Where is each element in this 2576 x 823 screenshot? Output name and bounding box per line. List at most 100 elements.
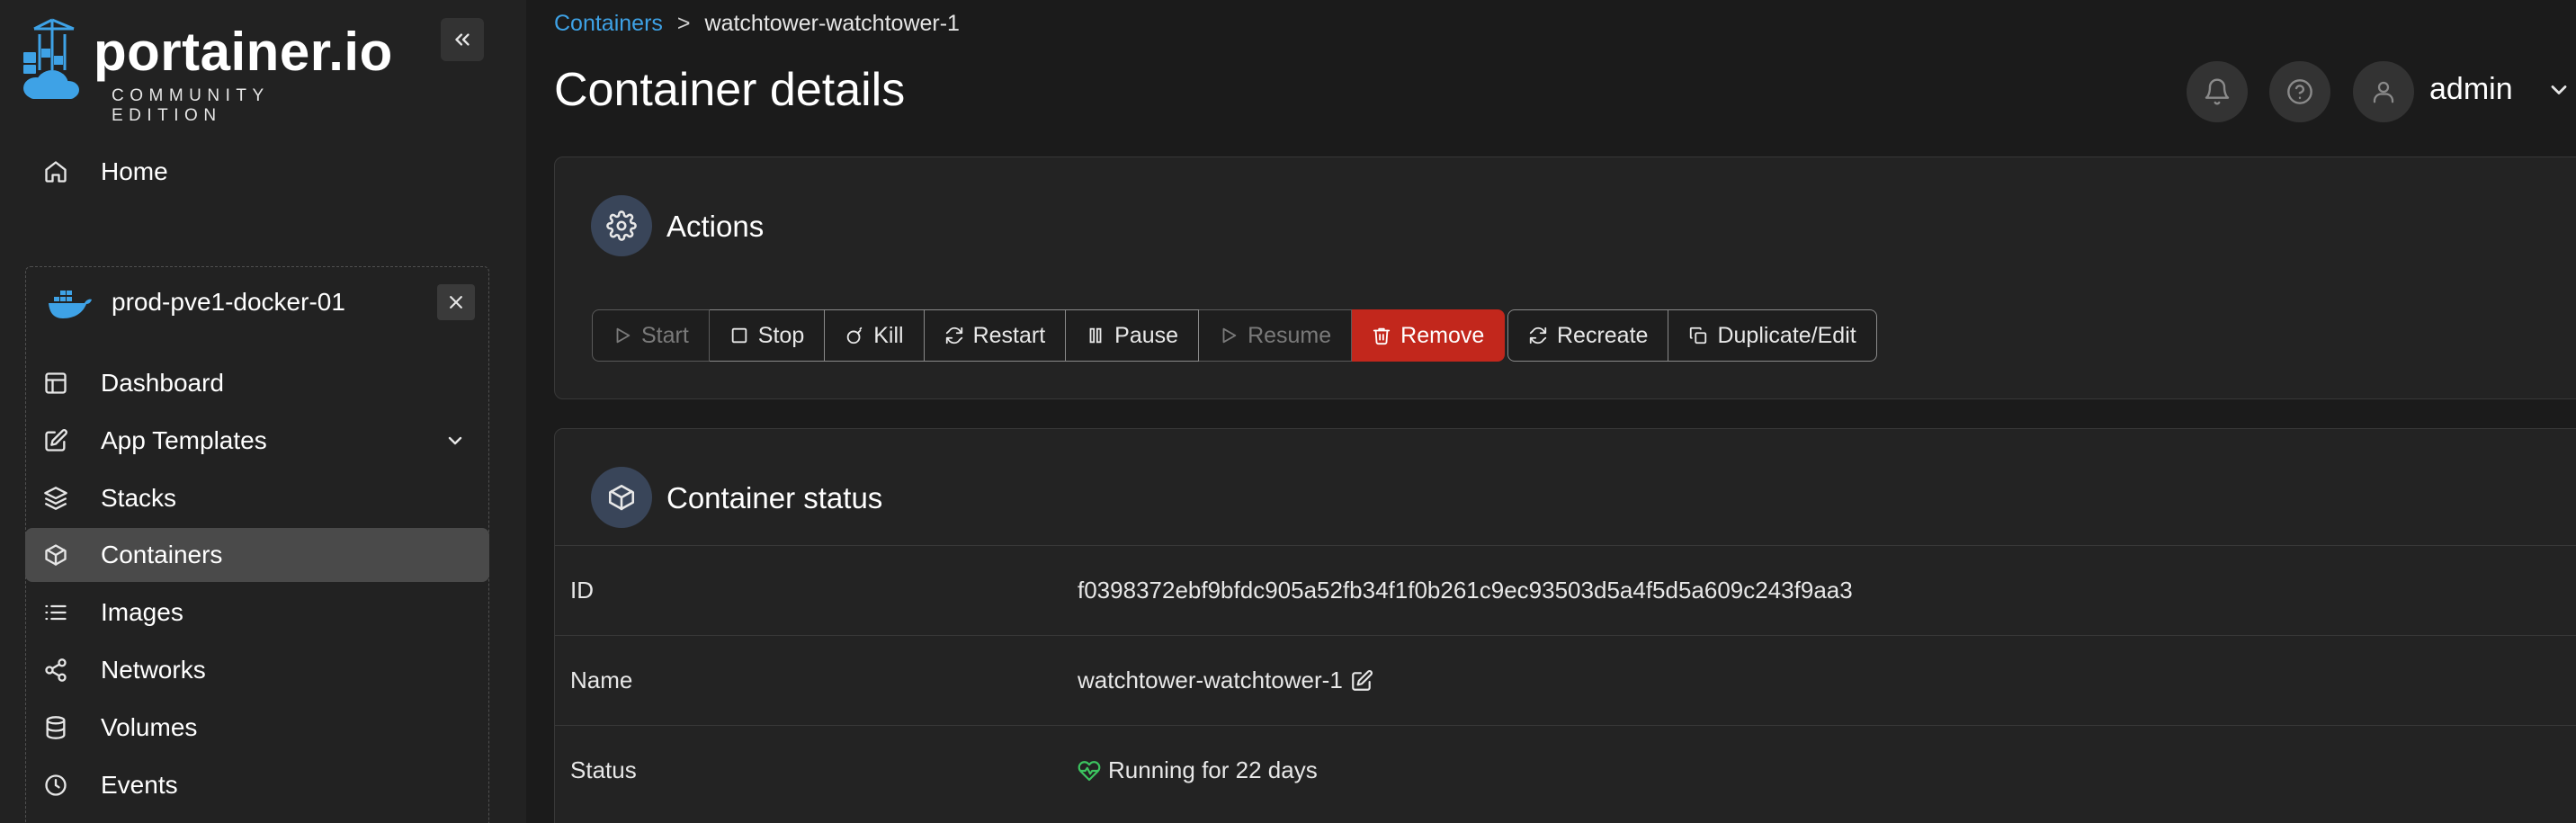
heartbeat-icon — [1078, 759, 1101, 783]
start-button[interactable]: Start — [592, 309, 710, 362]
gear-icon — [606, 210, 637, 241]
container-id: f0398372ebf9bfdc905a52fb34f1f0b261c9ec93… — [1078, 577, 1853, 604]
layers-icon — [43, 486, 68, 511]
bomb-icon — [845, 326, 864, 345]
row-value: Running for 22 days — [1078, 756, 1318, 784]
chevron-down-icon — [444, 430, 466, 452]
actions-title: Actions — [666, 210, 765, 243]
sidebar-item-containers[interactable]: Containers — [25, 528, 489, 582]
pause-icon — [1086, 326, 1105, 345]
main-content: Containers > watchtower-watchtower-1 Conta… — [526, 0, 2576, 823]
restart-button[interactable]: Restart — [924, 309, 1067, 362]
container-actions-group: Start Stop Kill Restart Pause Resume Rem… — [592, 309, 1506, 362]
pause-button[interactable]: Pause — [1066, 309, 1200, 362]
recreate-button[interactable]: Recreate — [1507, 309, 1669, 362]
environment-name: prod-pve1-docker-01 — [112, 288, 345, 316]
sidebar-item-images[interactable]: Images — [25, 586, 489, 640]
container-name: watchtower-watchtower-1 — [1078, 666, 1343, 693]
breadcrumb-separator: > — [676, 11, 691, 36]
docker-icon — [47, 286, 92, 322]
chevron-down-icon[interactable] — [2546, 77, 2572, 103]
kill-button[interactable]: Kill — [825, 309, 925, 362]
notifications-button[interactable] — [2187, 61, 2248, 122]
breadcrumb-current: watchtower-watchtower-1 — [704, 11, 960, 36]
help-button[interactable] — [2269, 61, 2330, 122]
container-actions-group-2: Recreate Duplicate/Edit — [1507, 309, 1877, 362]
trash-icon — [1372, 326, 1391, 345]
breadcrumb-link-containers[interactable]: Containers — [554, 11, 663, 36]
sidebar-item-app-templates[interactable]: App Templates — [25, 414, 489, 468]
sidebar-item-dashboard[interactable]: Dashboard — [25, 356, 489, 410]
sidebar-item-label: Containers — [101, 541, 223, 568]
portainer-logo-icon — [23, 18, 79, 99]
row-value: watchtower-watchtower-1 — [1078, 666, 1373, 694]
container-status-text: Running for 22 days — [1108, 756, 1318, 783]
list-icon — [43, 600, 68, 625]
play-icon — [1219, 326, 1239, 345]
copy-icon — [1688, 326, 1708, 345]
clock-icon — [43, 773, 68, 798]
sidebar-item-home[interactable]: Home — [25, 145, 489, 199]
sidebar-item-label: Home — [101, 157, 168, 185]
user-icon — [2373, 81, 2394, 103]
row-value: f0398372ebf9bfdc905a52fb34f1f0b261c9ec93… — [1078, 577, 1853, 604]
sidebar-item-label: Stacks — [101, 484, 177, 512]
button-label: Resume — [1248, 322, 1332, 348]
share-icon — [43, 658, 68, 683]
button-label: Recreate — [1557, 322, 1649, 348]
box-icon — [608, 484, 635, 511]
close-environment-button[interactable] — [437, 284, 475, 320]
refresh-icon — [944, 326, 964, 345]
remove-button[interactable]: Remove — [1352, 309, 1506, 362]
breadcrumb: Containers > watchtower-watchtower-1 — [554, 11, 960, 37]
button-label: Kill — [873, 322, 904, 348]
sidebar: portainer.io COMMUNITY EDITION Home prod… — [0, 0, 526, 823]
collapse-sidebar-button[interactable] — [441, 18, 484, 61]
home-icon — [43, 159, 68, 184]
brand-edition: COMMUNITY EDITION — [112, 86, 270, 125]
table-row: ID f0398372ebf9bfdc905a52fb34f1f0b261c9e… — [554, 545, 2576, 635]
edit-icon[interactable] — [1350, 669, 1373, 693]
button-label: Remove — [1400, 322, 1485, 348]
row-key: Status — [570, 756, 637, 783]
brand-name: portainer.io — [94, 22, 393, 82]
container-status-title: Container status — [666, 481, 883, 514]
sidebar-item-stacks[interactable]: Stacks — [25, 471, 489, 525]
help-icon — [2287, 79, 2312, 104]
dashboard-icon — [43, 371, 68, 396]
edit-icon — [43, 428, 68, 453]
button-label: Stop — [757, 322, 805, 348]
sidebar-item-label: Volumes — [101, 713, 198, 741]
user-name[interactable]: admin — [2429, 72, 2513, 107]
play-icon — [613, 326, 632, 345]
sidebar-item-label: Images — [101, 598, 183, 626]
duplicate-edit-button[interactable]: Duplicate/Edit — [1668, 309, 1877, 362]
user-avatar-button[interactable] — [2353, 61, 2414, 122]
close-icon — [450, 296, 462, 309]
actions-card: Actions — [554, 157, 2576, 399]
bell-icon — [2205, 78, 2230, 105]
button-label: Start — [641, 322, 689, 348]
sidebar-item-label: Networks — [101, 656, 206, 684]
sidebar-item-label: Events — [101, 771, 178, 799]
button-label: Pause — [1114, 322, 1179, 348]
button-label: Duplicate/Edit — [1717, 322, 1856, 348]
card-icon — [591, 195, 652, 256]
page-title: Container details — [554, 64, 906, 116]
row-key: ID — [570, 577, 594, 604]
sidebar-item-networks[interactable]: Networks — [25, 643, 489, 697]
table-row: Name watchtower-watchtower-1 — [554, 635, 2576, 725]
sidebar-item-label: Dashboard — [101, 369, 224, 397]
card-icon — [591, 467, 652, 528]
resume-button[interactable]: Resume — [1199, 309, 1353, 362]
table-row: Status Running for 22 days — [554, 725, 2576, 815]
sidebar-item-events[interactable]: Events — [25, 758, 489, 812]
button-label: Restart — [972, 322, 1046, 348]
box-icon — [43, 542, 68, 568]
row-key: Name — [570, 666, 633, 693]
database-icon — [43, 715, 68, 740]
chevrons-left-icon — [455, 33, 470, 46]
brand[interactable]: portainer.io COMMUNITY EDITION — [22, 16, 392, 125]
sidebar-item-volumes[interactable]: Volumes — [25, 701, 489, 755]
stop-button[interactable]: Stop — [709, 309, 826, 362]
